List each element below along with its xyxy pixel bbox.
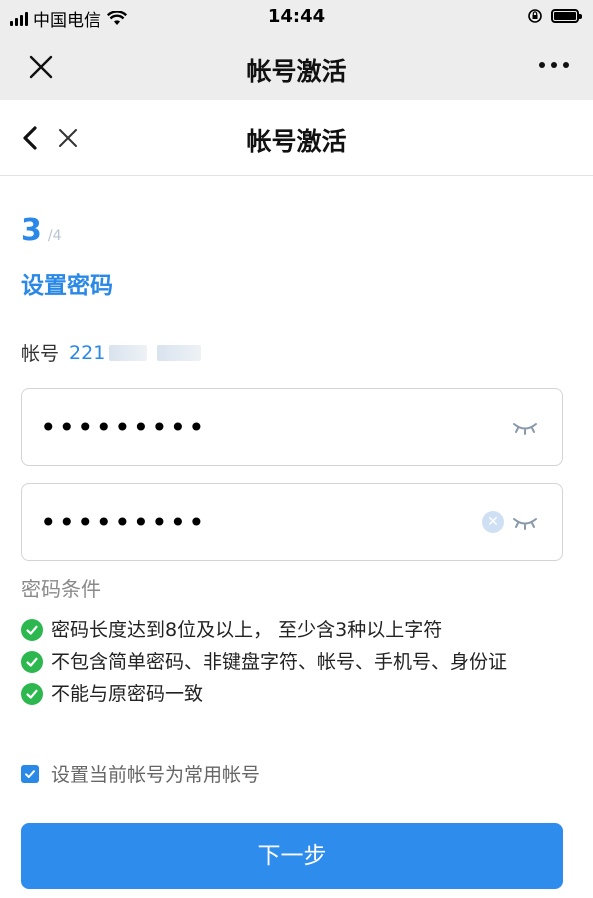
condition-text: 不包含简单密码、非键盘字符、帐号、手机号、身份证 (51, 651, 508, 673)
account-row: 帐号 221 (21, 339, 202, 366)
list-item: 密码长度达到8位及以上， 至少含3种以上字符 (21, 617, 571, 643)
set-common-label: 设置当前帐号为常用帐号 (51, 764, 261, 786)
status-icons (527, 8, 582, 24)
account-label: 帐号 (21, 343, 60, 365)
check-circle-icon (21, 683, 43, 705)
password-value: ••••••••• (40, 411, 207, 444)
step-current: 3 (21, 213, 42, 248)
wechat-title: 帐号激活 (246, 57, 347, 86)
list-item: 不包含简单密码、非键盘字符、帐号、手机号、身份证 (21, 649, 571, 675)
list-item: 不能与原密码一致 (21, 681, 571, 707)
condition-text: 密码长度达到8位及以上， 至少含3种以上字符 (51, 619, 443, 641)
rotation-lock-icon (528, 9, 542, 23)
masked-account-digits (157, 344, 202, 361)
step-total: /4 (47, 228, 62, 244)
step-indicator: 3 /4 (21, 213, 62, 248)
conditions-title: 密码条件 (21, 577, 101, 601)
page-title: 帐号激活 (246, 127, 347, 156)
password-field[interactable]: ••••••••• (21, 388, 563, 466)
checkbox-checked-icon[interactable] (21, 764, 39, 783)
battery-icon (551, 9, 582, 23)
check-circle-icon (21, 651, 43, 673)
confirm-password-field[interactable]: ••••••••• ✕ (21, 483, 563, 561)
status-bar: 中国电信 14:44 (0, 0, 593, 34)
masked-account-digits (109, 344, 148, 361)
eye-closed-icon[interactable] (512, 514, 538, 530)
condition-text: 不能与原密码一致 (51, 683, 204, 705)
confirm-password-value: ••••••••• (40, 506, 207, 539)
clear-icon[interactable]: ✕ (482, 511, 504, 533)
wechat-nav-bar: 帐号激活 (0, 34, 593, 100)
clock: 14:44 (267, 6, 326, 27)
next-button[interactable]: 下一步 (21, 823, 563, 889)
step-title: 设置密码 (21, 273, 113, 299)
account-value: 221 (69, 341, 106, 364)
eye-closed-icon[interactable] (512, 419, 538, 435)
page-header: 帐号激活 (0, 100, 593, 176)
check-circle-icon (21, 619, 43, 641)
more-icon[interactable] (539, 62, 569, 68)
set-common-account[interactable]: 设置当前帐号为常用帐号 (21, 760, 260, 787)
conditions-list: 密码长度达到8位及以上， 至少含3种以上字符 不包含简单密码、非键盘字符、帐号、… (21, 617, 571, 713)
